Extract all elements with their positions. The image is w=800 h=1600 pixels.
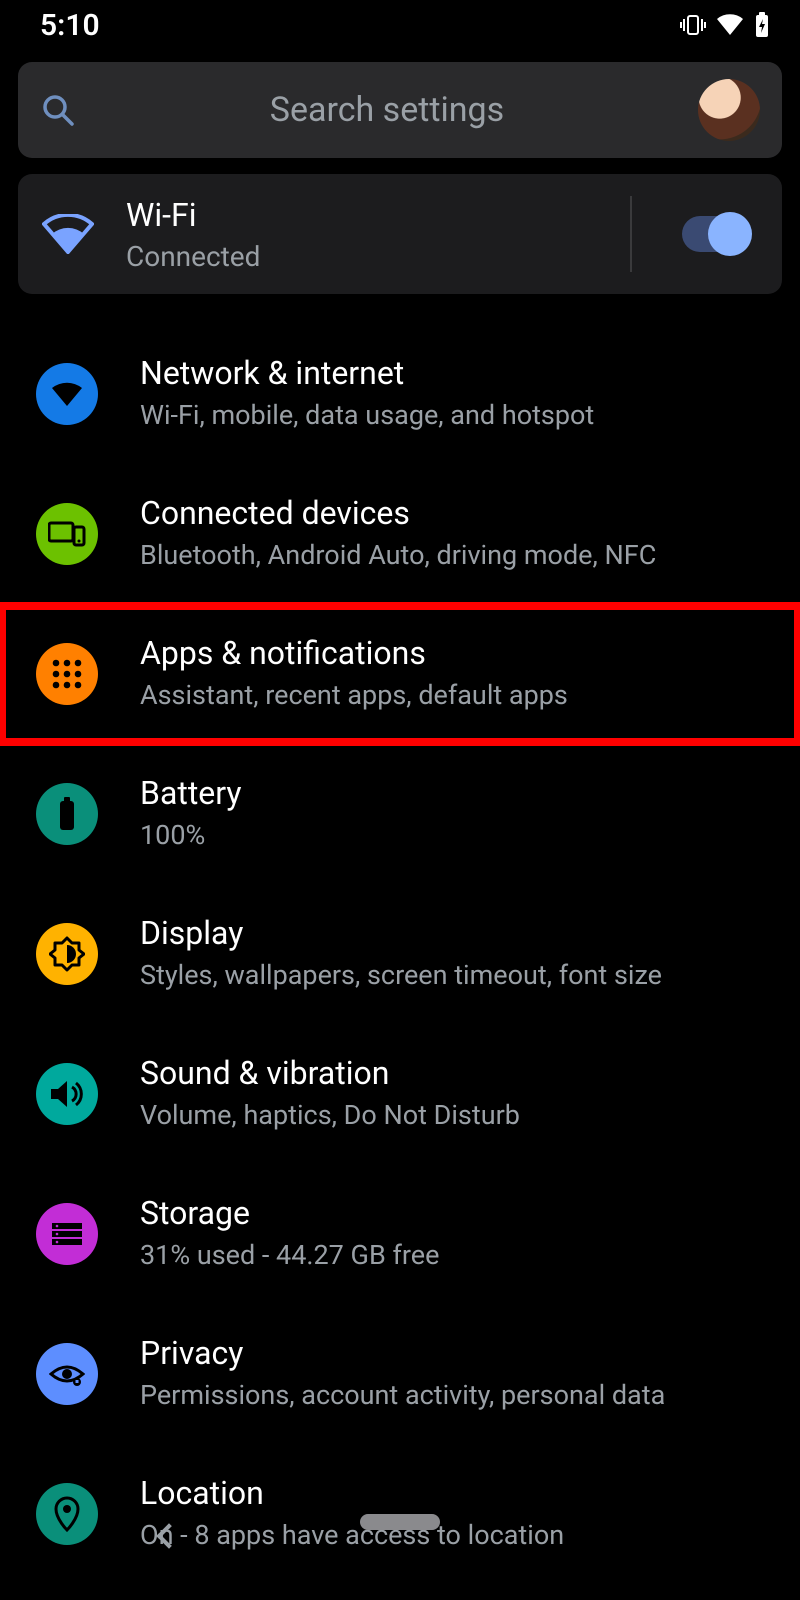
settings-item-storage[interactable]: Storage 31% used - 44.27 GB free: [0, 1164, 800, 1304]
settings-item-subtitle: Styles, wallpapers, screen timeout, font…: [140, 958, 662, 993]
settings-item-text: Privacy Permissions, account activity, pe…: [140, 1334, 665, 1413]
settings-item-network[interactable]: Network & internet Wi-Fi, mobile, data us…: [0, 324, 800, 464]
settings-item-title: Display: [140, 914, 662, 952]
wifi-title: Wi-Fi: [126, 196, 260, 234]
card-divider: [630, 196, 632, 272]
toggle-knob: [708, 212, 752, 256]
settings-item-text: Sound & vibration Volume, haptics, Do Not…: [140, 1054, 520, 1133]
wifi-quick-card[interactable]: Wi-Fi Connected: [18, 174, 782, 294]
wifi-text: Wi-Fi Connected: [126, 196, 260, 273]
settings-item-subtitle: Assistant, recent apps, default apps: [140, 678, 568, 713]
storage-icon: [36, 1203, 98, 1265]
search-placeholder: Search settings: [76, 90, 698, 130]
location-icon: [36, 1483, 98, 1545]
settings-item-display[interactable]: Display Styles, wallpapers, screen timeou…: [0, 884, 800, 1024]
nav-home-pill[interactable]: [360, 1514, 440, 1530]
wifi-icon: [36, 363, 98, 425]
settings-item-title: Battery: [140, 774, 242, 812]
status-bar: 5:10: [0, 0, 800, 50]
vibrate-icon: [680, 14, 706, 36]
settings-item-subtitle: Volume, haptics, Do Not Disturb: [140, 1098, 520, 1133]
settings-item-privacy[interactable]: Privacy Permissions, account activity, pe…: [0, 1304, 800, 1444]
battery-icon: [36, 783, 98, 845]
wifi-subtitle: Connected: [126, 240, 260, 273]
brightness-icon: [36, 923, 98, 985]
wifi-status-icon: [716, 14, 744, 36]
devices-icon: [36, 503, 98, 565]
profile-avatar[interactable]: [698, 79, 760, 141]
settings-item-subtitle: Permissions, account activity, personal …: [140, 1378, 665, 1413]
settings-item-title: Network & internet: [140, 354, 594, 392]
settings-item-subtitle: 31% used - 44.27 GB free: [140, 1238, 439, 1273]
settings-item-subtitle: On - 8 apps have access to location: [140, 1518, 564, 1553]
settings-item-title: Location: [140, 1474, 564, 1512]
settings-item-title: Connected devices: [140, 494, 656, 532]
battery-status-icon: [754, 12, 770, 38]
settings-item-apps[interactable]: Apps & notifications Assistant, recent ap…: [0, 604, 800, 744]
settings-item-sound[interactable]: Sound & vibration Volume, haptics, Do Not…: [0, 1024, 800, 1164]
search-icon: [40, 92, 76, 128]
status-icons-group: [680, 12, 770, 38]
settings-item-subtitle: Wi-Fi, mobile, data usage, and hotspot: [140, 398, 594, 433]
settings-item-text: Display Styles, wallpapers, screen timeou…: [140, 914, 662, 993]
settings-item-title: Storage: [140, 1194, 439, 1232]
privacy-icon: [36, 1343, 98, 1405]
settings-item-battery[interactable]: Battery 100%: [0, 744, 800, 884]
settings-item-text: Network & internet Wi-Fi, mobile, data us…: [140, 354, 594, 433]
settings-item-subtitle: Bluetooth, Android Auto, driving mode, N…: [140, 538, 656, 573]
settings-item-text: Connected devices Bluetooth, Android Auto…: [140, 494, 656, 573]
settings-item-title: Sound & vibration: [140, 1054, 520, 1092]
wifi-icon: [42, 214, 94, 254]
settings-item-text: Storage 31% used - 44.27 GB free: [140, 1194, 439, 1273]
apps-icon: [36, 643, 98, 705]
settings-item-text: Apps & notifications Assistant, recent ap…: [140, 634, 568, 713]
settings-item-text: Location On - 8 apps have access to locat…: [140, 1474, 564, 1553]
settings-list: Network & internet Wi-Fi, mobile, data us…: [0, 324, 800, 1584]
settings-item-subtitle: 100%: [140, 818, 242, 853]
wifi-toggle[interactable]: [682, 216, 750, 252]
settings-item-text: Battery 100%: [140, 774, 242, 853]
status-time: 5:10: [40, 8, 100, 43]
settings-item-devices[interactable]: Connected devices Bluetooth, Android Auto…: [0, 464, 800, 604]
settings-item-title: Privacy: [140, 1334, 665, 1372]
search-settings-bar[interactable]: Search settings: [18, 62, 782, 158]
volume-icon: [36, 1063, 98, 1125]
settings-item-title: Apps & notifications: [140, 634, 568, 672]
